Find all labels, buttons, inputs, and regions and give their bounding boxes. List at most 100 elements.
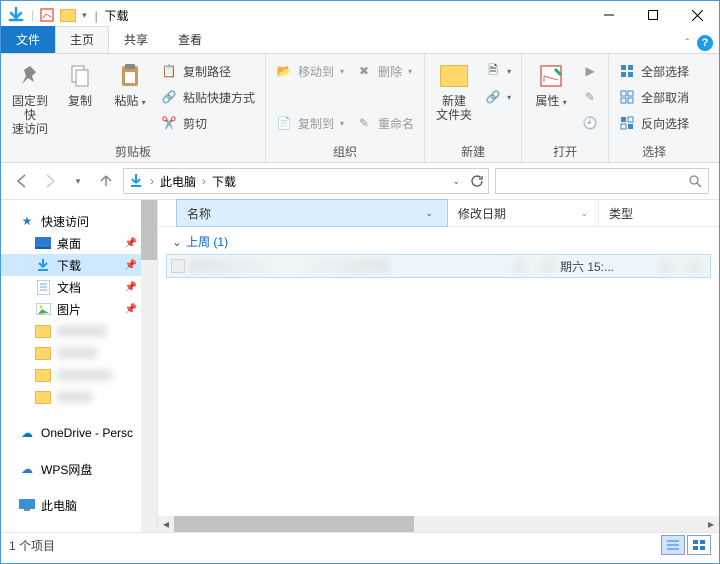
nav-row: ▾ › 此电脑 › 下载 ⌄ [1, 163, 719, 200]
column-headers: 名称⌄ 修改日期⌄ 类型 [158, 200, 719, 227]
folder-icon [35, 345, 51, 361]
file-row[interactable]: 期六 15:... [166, 254, 711, 278]
ribbon-group-open: 属性 ▾ ▶ ✎ 🕘 打开 [522, 54, 609, 162]
location-icon [128, 173, 144, 189]
cut-button[interactable]: ✂️剪切 [157, 112, 259, 134]
breadcrumb-current[interactable]: 下载 [212, 173, 236, 190]
pictures-icon [35, 301, 51, 317]
easy-access-button[interactable]: 🔗▾ [481, 86, 515, 108]
nav-documents[interactable]: 文档📌 [1, 276, 157, 298]
forward-button[interactable] [39, 170, 61, 192]
select-all-button[interactable]: 全部选择 [615, 60, 693, 82]
sort-dropdown-icon[interactable]: ⌄ [580, 208, 588, 219]
tab-share[interactable]: 共享 [109, 26, 163, 53]
delete-button[interactable]: ✖删除 ▾ [352, 60, 418, 82]
folder-icon [35, 367, 51, 383]
paste-button[interactable]: 粘贴 ▾ [107, 56, 153, 110]
status-bar: 1 个项目 [1, 532, 719, 557]
pin-quick-access-button[interactable]: 固定到快 速访问 [7, 56, 53, 136]
qat-dropdown-icon[interactable]: ▾ [82, 10, 87, 21]
ribbon-group-organize: 📂移动到 ▾ 📄复制到 ▾ ✖删除 ▾ ✎重命名 组织 [266, 54, 425, 162]
window-title: | 下载 [95, 7, 129, 24]
nav-folder-3[interactable] [1, 364, 157, 386]
maximize-button[interactable] [631, 1, 675, 29]
file-list: 名称⌄ 修改日期⌄ 类型 ⌄上周 (1) 期六 15:... ◂ ▸ [158, 200, 719, 532]
onedrive-icon: ☁ [19, 425, 35, 441]
select-none-button[interactable]: 全部取消 [615, 86, 693, 108]
help-icon[interactable]: ? [697, 35, 713, 51]
folder-icon [35, 389, 51, 405]
recent-locations-button[interactable]: ▾ [67, 170, 89, 192]
history-button[interactable]: 🕘 [578, 112, 602, 134]
chevron-right-icon[interactable]: › [202, 174, 206, 188]
breadcrumb-root[interactable]: 此电脑 [160, 173, 196, 190]
tab-file[interactable]: 文件 [1, 26, 55, 53]
group-label-open: 打开 [553, 141, 577, 162]
horizontal-scrollbar[interactable]: ◂ ▸ [158, 516, 719, 532]
nav-this-pc[interactable]: 此电脑 [1, 494, 157, 516]
new-folder-button[interactable]: 新建 文件夹 [431, 56, 477, 122]
nav-onedrive[interactable]: ☁OneDrive - Persc [1, 422, 157, 444]
scroll-left-icon[interactable]: ◂ [158, 516, 174, 532]
nav-desktop[interactable]: 桌面📌 [1, 232, 157, 254]
paste-shortcut-button[interactable]: 🔗粘贴快捷方式 [157, 86, 259, 108]
qat-separator: | [31, 8, 34, 22]
copy-path-button[interactable]: 📋复制路径 [157, 60, 259, 82]
folder-icon [35, 323, 51, 339]
nav-scrollbar[interactable] [141, 200, 157, 532]
group-label-select: 选择 [642, 141, 666, 162]
item-count: 1 个项目 [9, 537, 55, 554]
pin-icon: 📌 [125, 238, 137, 249]
thumbnails-view-button[interactable] [687, 535, 711, 555]
nav-wps[interactable]: ☁WPS网盘 [1, 458, 157, 480]
refresh-icon[interactable] [470, 174, 484, 188]
group-header[interactable]: ⌄上周 (1) [158, 227, 719, 254]
ribbon-group-new: 新建 文件夹 🗎▾ 🔗▾ 新建 [425, 54, 522, 162]
ribbon-group-select: 全部选择 全部取消 反向选择 选择 [609, 54, 699, 162]
column-name[interactable]: 名称⌄ [176, 199, 448, 227]
minimize-button[interactable] [587, 1, 631, 29]
column-type[interactable]: 类型 [599, 200, 719, 226]
main-area: ★快速访问 桌面📌 下载📌 文档📌 图片📌 ☁OneDrive - Persc … [1, 200, 719, 532]
nav-folder-2[interactable] [1, 342, 157, 364]
ribbon: 固定到快 速访问 复制 粘贴 ▾ 📋复制路径 🔗粘贴快捷方式 ✂️剪切 剪贴板 … [1, 53, 719, 163]
tab-view[interactable]: 查看 [163, 26, 217, 53]
scroll-right-icon[interactable]: ▸ [703, 516, 719, 532]
qat-properties-icon[interactable] [40, 8, 54, 22]
nav-pictures[interactable]: 图片📌 [1, 298, 157, 320]
open-button[interactable]: ▶ [578, 60, 602, 82]
sort-dropdown-icon[interactable]: ⌄ [425, 208, 433, 219]
details-view-button[interactable] [661, 535, 685, 555]
qat-folder-icon[interactable] [60, 9, 76, 22]
address-bar[interactable]: › 此电脑 › 下载 ⌄ [123, 168, 489, 194]
scrollbar-thumb[interactable] [174, 516, 414, 532]
properties-button[interactable]: 属性 ▾ [528, 56, 574, 110]
copy-to-button[interactable]: 📄复制到 ▾ [272, 112, 348, 134]
nav-folder-1[interactable] [1, 320, 157, 342]
close-button[interactable] [675, 1, 719, 29]
chevron-right-icon[interactable]: › [150, 174, 154, 188]
edit-button[interactable]: ✎ [578, 86, 602, 108]
back-button[interactable] [11, 170, 33, 192]
pin-icon: 📌 [125, 260, 137, 271]
new-item-button[interactable]: 🗎▾ [481, 60, 515, 82]
pc-icon [19, 497, 35, 513]
group-label-organize: 组织 [333, 141, 357, 162]
downloads-icon [35, 257, 51, 273]
copy-button[interactable]: 复制 [57, 56, 103, 108]
nav-folder-4[interactable] [1, 386, 157, 408]
scrollbar-thumb[interactable] [141, 200, 157, 260]
search-icon [688, 174, 702, 188]
tab-home[interactable]: 主页 [55, 26, 109, 53]
move-to-button[interactable]: 📂移动到 ▾ [272, 60, 348, 82]
collapse-ribbon-icon[interactable]: ˆ [686, 38, 689, 49]
column-date[interactable]: 修改日期⌄ [448, 200, 599, 226]
search-box[interactable] [495, 168, 709, 194]
nav-quick-access[interactable]: ★快速访问 [1, 210, 157, 232]
rename-button[interactable]: ✎重命名 [352, 112, 418, 134]
navigation-pane: ★快速访问 桌面📌 下载📌 文档📌 图片📌 ☁OneDrive - Persc … [1, 200, 158, 532]
up-button[interactable] [95, 170, 117, 192]
nav-downloads[interactable]: 下载📌 [1, 254, 157, 276]
address-dropdown-icon[interactable]: ⌄ [452, 176, 460, 187]
invert-selection-button[interactable]: 反向选择 [615, 112, 693, 134]
